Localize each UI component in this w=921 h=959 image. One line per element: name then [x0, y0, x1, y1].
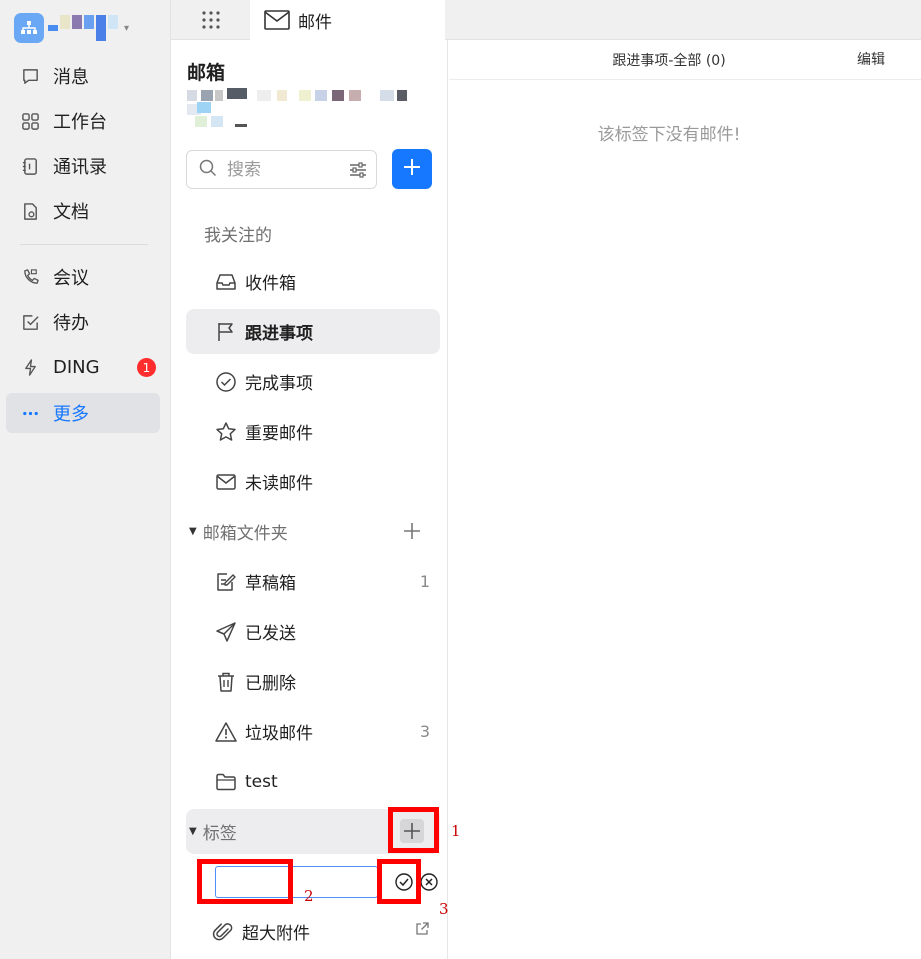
plus-icon: [403, 158, 421, 180]
checkbox-icon: [20, 312, 40, 332]
folder-follow-up[interactable]: 跟进事项: [186, 309, 440, 354]
section-following-label: 我关注的: [204, 226, 272, 246]
caret-down-icon[interactable]: ▼: [189, 826, 197, 837]
nav-meetings[interactable]: 会议: [6, 257, 160, 297]
folder-label: 未读邮件: [245, 474, 313, 494]
add-folder-button[interactable]: [400, 519, 424, 543]
sidebar-divider: [20, 244, 148, 245]
nav-workbench[interactable]: 工作台: [6, 101, 160, 141]
annotation-number-2: 2: [304, 887, 314, 905]
search-icon: [199, 159, 217, 181]
inbox-tray-icon: [215, 271, 237, 293]
org-switcher[interactable]: ▾: [14, 13, 129, 43]
folder-label: 已发送: [245, 624, 296, 644]
folder-count: 1: [419, 572, 430, 591]
annotation-box-3: [377, 859, 421, 904]
caret-down-icon[interactable]: ▼: [189, 526, 197, 537]
envelope-icon: [215, 471, 237, 493]
draft-edit-icon: [215, 571, 237, 593]
panel-title: 邮箱: [187, 62, 226, 84]
notification-badge: 1: [137, 358, 156, 377]
chat-bubble-icon: [20, 66, 40, 86]
nav-contacts[interactable]: 通讯录: [6, 146, 160, 186]
folder-test[interactable]: test: [186, 759, 440, 804]
folders-group-header[interactable]: ▼ 邮箱文件夹: [186, 509, 440, 554]
nav-label: 文档: [53, 202, 89, 223]
document-icon: [20, 201, 40, 221]
large-attachment-item[interactable]: 超大附件: [186, 909, 440, 954]
folder-important[interactable]: 重要邮件: [186, 409, 440, 454]
nav-docs[interactable]: 文档: [6, 191, 160, 231]
folder-count: 3: [419, 722, 430, 741]
folder-label: 重要邮件: [245, 424, 313, 444]
folder-completed[interactable]: 完成事项: [186, 359, 440, 404]
group-label: 邮箱文件夹: [202, 524, 288, 544]
org-logo-icon: [14, 13, 44, 43]
annotation-box-2: [197, 859, 293, 904]
nav-label: 更多: [53, 404, 89, 425]
folder-label: 草稿箱: [245, 574, 296, 594]
mail-list-pane: 跟进事项-全部 (0) 编辑 该标签下没有邮件!: [449, 40, 921, 959]
folder-label: 已删除: [245, 674, 296, 694]
contacts-book-icon: [20, 156, 40, 176]
folder-icon: [215, 771, 237, 793]
nav-label: 工作台: [53, 112, 107, 133]
folder-sent[interactable]: 已发送: [186, 609, 440, 654]
grid-apps-icon: [20, 111, 40, 131]
star-icon: [215, 421, 237, 443]
chevron-down-icon[interactable]: ▾: [124, 23, 129, 34]
nav-todo[interactable]: 待办: [6, 302, 160, 342]
paper-plane-icon: [215, 621, 237, 643]
account-address-redacted: [187, 88, 417, 130]
top-tab-bar: 邮件: [171, 0, 921, 40]
nav-more[interactable]: 更多: [6, 393, 160, 433]
cancel-x-icon[interactable]: [419, 872, 439, 892]
compose-button[interactable]: [392, 149, 432, 189]
folder-label: 完成事项: [245, 374, 313, 394]
folder-label: 超大附件: [242, 924, 310, 944]
app-launcher-icon[interactable]: [199, 8, 223, 32]
nav-label: 待办: [53, 313, 89, 334]
folder-label: test: [245, 771, 278, 792]
flag-icon: [215, 321, 237, 343]
nav-label: 消息: [53, 67, 89, 88]
folder-label: 收件箱: [245, 274, 296, 294]
annotation-box-1: [388, 807, 439, 853]
tab-mail[interactable]: 邮件: [250, 0, 445, 40]
search-input[interactable]: [227, 159, 337, 180]
list-title: 跟进事项-全部 (0): [612, 53, 726, 69]
folder-inbox[interactable]: 收件箱: [186, 259, 440, 304]
lightning-icon: [20, 357, 40, 377]
folder-label: 跟进事项: [245, 324, 313, 344]
folder-label: 垃圾邮件: [245, 724, 313, 744]
external-link-icon[interactable]: [414, 921, 430, 942]
nav-messages[interactable]: 消息: [6, 56, 160, 96]
annotation-number-1: 1: [451, 822, 461, 840]
nav-label: DING: [53, 356, 100, 378]
nav-label: 通讯录: [53, 157, 107, 178]
trash-icon: [215, 671, 237, 693]
annotation-number-3: 3: [439, 900, 449, 918]
folder-drafts[interactable]: 草稿箱 1: [186, 559, 440, 604]
warning-triangle-icon: [215, 721, 237, 743]
org-name-redacted: [48, 15, 118, 41]
nav-ding[interactable]: DING 1: [6, 347, 160, 387]
video-call-icon: [20, 267, 40, 287]
folder-unread[interactable]: 未读邮件: [186, 459, 440, 504]
filter-sliders-icon[interactable]: [348, 160, 368, 184]
paperclip-icon: [212, 921, 234, 943]
folder-spam[interactable]: 垃圾邮件 3: [186, 709, 440, 754]
tab-label: 邮件: [298, 12, 332, 33]
edit-button[interactable]: 编辑: [857, 49, 885, 69]
nav-label: 会议: [53, 268, 89, 289]
empty-state-message: 该标签下没有邮件!: [597, 125, 741, 145]
search-box[interactable]: [186, 150, 377, 189]
group-label: 标签: [202, 824, 237, 844]
more-dots-icon: [20, 403, 40, 423]
check-circle-icon: [215, 371, 237, 393]
envelope-icon: [264, 10, 290, 30]
app-sidebar: ▾ 消息 工作台 通讯录 文档 会议 待办 DING 1 更多: [0, 0, 171, 959]
list-header: 跟进事项-全部 (0) 编辑: [449, 40, 921, 80]
folder-deleted[interactable]: 已删除: [186, 659, 440, 704]
